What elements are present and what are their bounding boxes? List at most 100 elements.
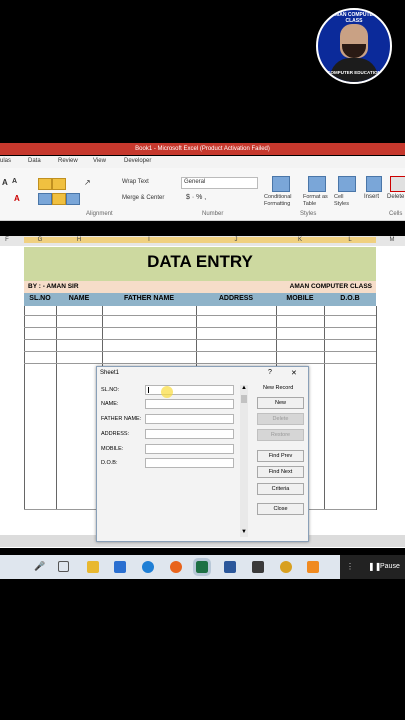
column-header[interactable]: H [56, 237, 102, 243]
close-button[interactable]: Close [257, 503, 304, 515]
subtitle-row: BY : - AMAN SIR AMAN COMPUTER CLASS [24, 281, 376, 293]
delete-icon[interactable] [390, 176, 405, 192]
logo-top-text: AMAN COMPUTER CLASS [331, 12, 377, 24]
grid-line [24, 327, 376, 328]
new-button[interactable]: New [257, 397, 304, 409]
father-name-field[interactable] [145, 414, 234, 424]
file-explorer-icon[interactable] [87, 561, 99, 573]
grid-line [324, 306, 325, 510]
mobile-field[interactable] [145, 444, 234, 454]
column-header[interactable]: M [382, 237, 402, 243]
align-top-icon[interactable] [38, 178, 52, 190]
find-prev-button[interactable]: Find Prev [257, 450, 304, 462]
merge-center-button[interactable]: Merge & Center [122, 195, 164, 201]
scroll-thumb[interactable] [241, 395, 247, 403]
orientation-icon[interactable]: ↗ [84, 178, 91, 187]
column-header[interactable]: I [102, 237, 196, 243]
grid-line [24, 315, 376, 316]
store-icon[interactable] [114, 561, 126, 573]
tab-developer[interactable]: Developer [124, 158, 151, 164]
cell-styles-button[interactable]: Cell Styles [334, 194, 356, 208]
column-header[interactable]: L [324, 237, 376, 243]
name-field[interactable] [145, 399, 234, 409]
font-size-up-icon[interactable]: A [2, 178, 8, 187]
scroll-up-icon[interactable]: ▲ [241, 385, 247, 391]
field-label-mobile: MOBILE: [101, 446, 124, 452]
delete-button[interactable]: Delete [387, 194, 404, 200]
microphone-icon[interactable]: 🎤 [34, 561, 46, 573]
task-view-icon[interactable] [58, 561, 69, 572]
tab-data[interactable]: Data [28, 158, 41, 164]
align-center-icon[interactable] [52, 193, 66, 205]
table-header-row: SL.NO NAME FATHER NAME ADDRESS MOBILE D.… [24, 293, 376, 306]
firefox-icon[interactable] [170, 561, 182, 573]
restore-button[interactable]: Restore [257, 429, 304, 441]
grid-line [24, 351, 376, 352]
delete-record-button[interactable]: Delete [257, 413, 304, 425]
dob-field[interactable] [145, 458, 234, 468]
cursor-highlight [161, 386, 173, 398]
conditional-formatting-button[interactable]: Conditional Formatting [264, 194, 300, 208]
column-header[interactable]: G [24, 237, 56, 243]
record-scrollbar[interactable]: ▲ ▼ [240, 385, 248, 537]
grid-line [376, 306, 377, 510]
excel-icon[interactable] [193, 558, 211, 576]
ribbon-tabs: ulas Data Review View Developer [0, 156, 405, 168]
tab-formulas[interactable]: ulas [0, 158, 11, 164]
tab-view[interactable]: View [93, 158, 106, 164]
dots-icon: ⋮ [346, 562, 354, 571]
chrome-icon[interactable] [280, 561, 292, 573]
address-field[interactable] [145, 429, 234, 439]
format-as-table-button[interactable]: Format as Table [303, 194, 333, 208]
group-alignment-label: Alignment [86, 211, 113, 217]
help-icon[interactable]: ? [268, 369, 272, 376]
header-name: NAME [68, 295, 90, 302]
wrap-text-button[interactable]: Wrap Text [122, 179, 149, 185]
header-address: ADDRESS [218, 295, 254, 302]
header-father-name: FATHER NAME [123, 295, 175, 302]
text-cursor [148, 387, 149, 393]
grid-line [24, 306, 25, 510]
group-styles-label: Styles [300, 211, 317, 217]
currency-icon[interactable]: $ · % , [186, 194, 206, 201]
field-label-name: NAME: [101, 401, 119, 407]
font-color-icon[interactable]: A [14, 194, 20, 203]
ribbon: A A A ↗ Wrap Text Merge & Center General… [0, 168, 405, 221]
edge-icon[interactable] [142, 561, 154, 573]
number-format-select[interactable]: General [181, 177, 258, 189]
group-number-label: Number [202, 211, 224, 217]
column-header[interactable]: F [2, 237, 12, 243]
record-status: New Record [263, 385, 294, 391]
scroll-down-icon[interactable]: ▼ [241, 529, 247, 535]
close-icon[interactable]: ✕ [291, 369, 297, 377]
dialog-title: Sheet1 [100, 370, 120, 376]
field-label-dob: D.O.B: [101, 460, 118, 466]
mail-icon[interactable] [252, 561, 264, 573]
insert-button[interactable]: Insert [364, 194, 379, 200]
grid-line [24, 339, 376, 340]
align-right-icon[interactable] [66, 193, 80, 205]
word-icon[interactable] [224, 561, 236, 573]
field-label-slno: SL.NO: [101, 387, 120, 393]
conditional-formatting-icon[interactable] [272, 176, 290, 192]
app-icon[interactable] [307, 561, 319, 573]
column-header[interactable]: K [276, 237, 324, 243]
slno-field[interactable] [145, 385, 234, 395]
font-size-down-icon[interactable]: A [12, 178, 17, 185]
criteria-button[interactable]: Criteria [257, 483, 304, 495]
field-label-address: ADDRESS: [101, 431, 130, 437]
pause-label: Pause [380, 563, 400, 570]
tab-review[interactable]: Review [58, 158, 78, 164]
brand-label: AMAN COMPUTER CLASS [289, 283, 372, 290]
find-next-button[interactable]: Find Next [257, 466, 304, 478]
cell-styles-icon[interactable] [338, 176, 356, 192]
taskbar: 🎤 ⋮ ❚❚ Pause [0, 555, 405, 579]
format-as-table-icon[interactable] [308, 176, 326, 192]
window-title: Book1 - Microsoft Excel (Product Activat… [0, 143, 405, 155]
insert-icon[interactable] [366, 176, 382, 192]
align-middle-icon[interactable] [52, 178, 66, 190]
align-left-icon[interactable] [38, 193, 52, 205]
recording-control[interactable]: ⋮ ❚❚ Pause [340, 555, 405, 579]
grid-line [24, 363, 376, 364]
column-header[interactable]: J [196, 237, 276, 243]
